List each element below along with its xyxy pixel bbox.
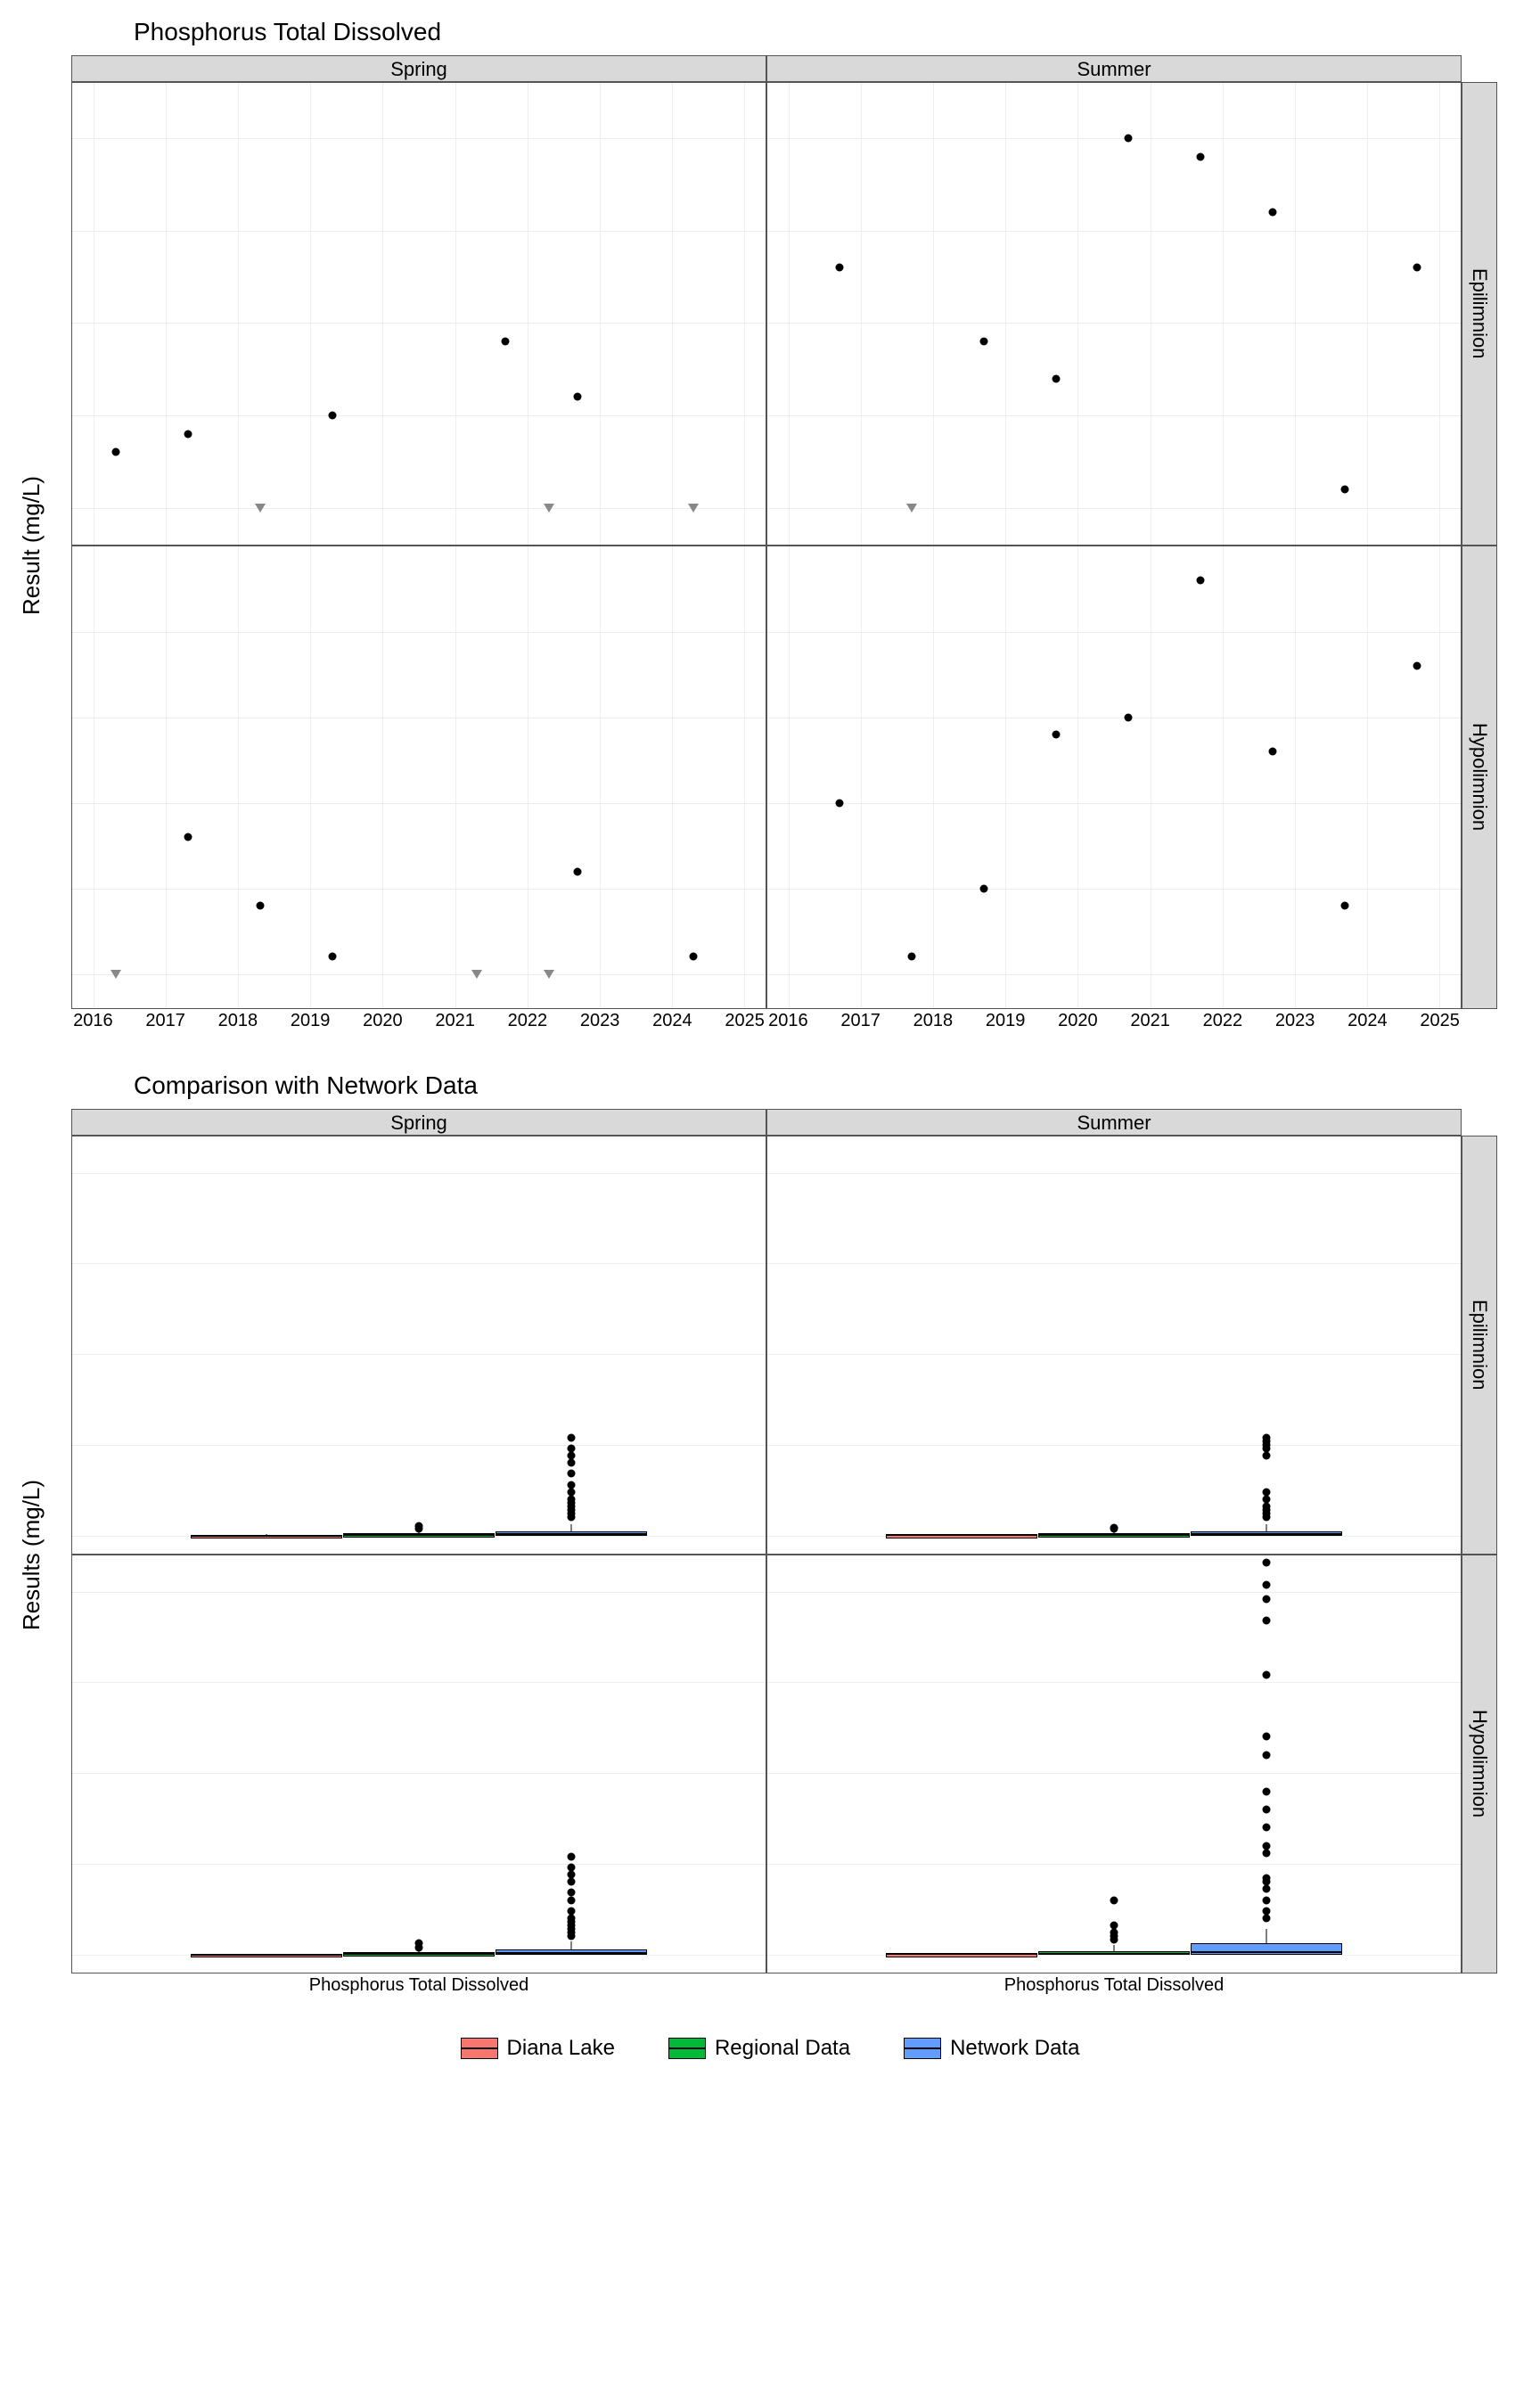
data-point xyxy=(1341,901,1349,909)
boxplot-regional-data xyxy=(343,1136,495,1554)
chart-title: Phosphorus Total Dissolved xyxy=(134,18,1522,46)
data-point xyxy=(980,338,988,346)
data-point xyxy=(1125,135,1133,143)
legend-item-network: Network Data xyxy=(904,2036,1079,2061)
legend-label: Diana Lake xyxy=(507,2036,615,2061)
data-point xyxy=(1413,264,1421,272)
strip-hypo-2: Hypolimnion xyxy=(1462,1555,1497,1973)
boxplot-regional-data xyxy=(1038,1136,1190,1554)
data-point xyxy=(908,953,916,961)
legend-key-icon xyxy=(668,2038,706,2059)
data-point xyxy=(184,833,192,841)
boxplot-network-data xyxy=(1191,1136,1342,1554)
box-panel-summer-hypo xyxy=(766,1555,1462,1973)
panel-spring-hypo: 0.00200.00250.00300.00350.0040 xyxy=(71,546,766,1009)
data-point xyxy=(256,901,264,909)
data-point xyxy=(1197,152,1205,160)
data-point xyxy=(836,799,844,807)
data-point xyxy=(1197,577,1205,585)
data-point xyxy=(1413,662,1421,670)
boxplot-diana-lake xyxy=(191,1136,342,1554)
data-point xyxy=(689,953,697,961)
strip-summer: Summer xyxy=(766,55,1462,82)
boxplot-diana-lake xyxy=(886,1136,1037,1554)
data-point xyxy=(111,448,119,456)
legend: Diana Lake Regional Data Network Data xyxy=(18,2036,1522,2061)
strip-hypo: Hypolimnion xyxy=(1462,546,1497,1009)
data-point xyxy=(1125,713,1133,721)
legend-item-regional: Regional Data xyxy=(668,2036,850,2061)
boxplot-regional-data xyxy=(343,1555,495,1973)
strip-epi-2: Epilimnion xyxy=(1462,1136,1497,1555)
legend-label: Network Data xyxy=(950,2036,1079,2061)
data-point xyxy=(544,504,554,513)
boxplot-regional-data xyxy=(1038,1555,1190,1973)
data-point xyxy=(328,411,336,419)
data-point xyxy=(544,970,554,979)
data-point xyxy=(471,970,482,979)
data-point xyxy=(111,970,121,979)
x-axis-2: Phosphorus Total DissolvedPhosphorus Tot… xyxy=(71,1973,1462,2000)
data-point xyxy=(328,953,336,961)
boxplot-network-data xyxy=(496,1136,647,1554)
boxplot-diana-lake xyxy=(886,1555,1037,1973)
data-point xyxy=(574,867,582,875)
data-point xyxy=(1269,748,1277,756)
box-panel-summer-epi xyxy=(766,1136,1462,1555)
y-axis-label: Result (mg/L) xyxy=(18,82,71,1009)
boxplot-network-data xyxy=(496,1555,647,1973)
scatter-facet-chart: Phosphorus Total Dissolved Spring Summer… xyxy=(18,18,1522,1036)
legend-key-icon xyxy=(904,2038,941,2059)
data-point xyxy=(574,393,582,401)
data-point xyxy=(906,504,917,513)
y-axis-label-2: Results (mg/L) xyxy=(18,1136,71,1973)
panel-summer-hypo xyxy=(766,546,1462,1009)
boxplot-facet-chart: Comparison with Network Data Spring Summ… xyxy=(18,1071,1522,2000)
strip-summer-2: Summer xyxy=(766,1109,1462,1136)
data-point xyxy=(255,504,266,513)
box-panel-spring-epi: 0.000.250.500.751.00 xyxy=(71,1136,766,1555)
legend-label: Regional Data xyxy=(715,2036,850,2061)
panel-summer-epi xyxy=(766,82,1462,546)
legend-key-icon xyxy=(461,2038,498,2059)
data-point xyxy=(184,430,192,438)
data-point xyxy=(502,338,510,346)
data-point xyxy=(688,504,699,513)
data-point xyxy=(1053,731,1061,739)
legend-item-diana: Diana Lake xyxy=(461,2036,615,2061)
box-panel-spring-hypo: 0.000.250.500.751.00 xyxy=(71,1555,766,1973)
strip-epi: Epilimnion xyxy=(1462,82,1497,546)
x-axis: 2016201720182019202020212022202320242025… xyxy=(71,1009,1462,1036)
chart-title-2: Comparison with Network Data xyxy=(134,1071,1522,1100)
data-point xyxy=(836,264,844,272)
strip-spring-2: Spring xyxy=(71,1109,766,1136)
data-point xyxy=(980,884,988,892)
panel-spring-epi: 0.00200.00250.00300.00350.0040 xyxy=(71,82,766,546)
data-point xyxy=(1053,374,1061,382)
strip-spring: Spring xyxy=(71,55,766,82)
data-point xyxy=(1269,209,1277,217)
boxplot-network-data xyxy=(1191,1555,1342,1973)
boxplot-diana-lake xyxy=(191,1555,342,1973)
data-point xyxy=(1341,485,1349,493)
